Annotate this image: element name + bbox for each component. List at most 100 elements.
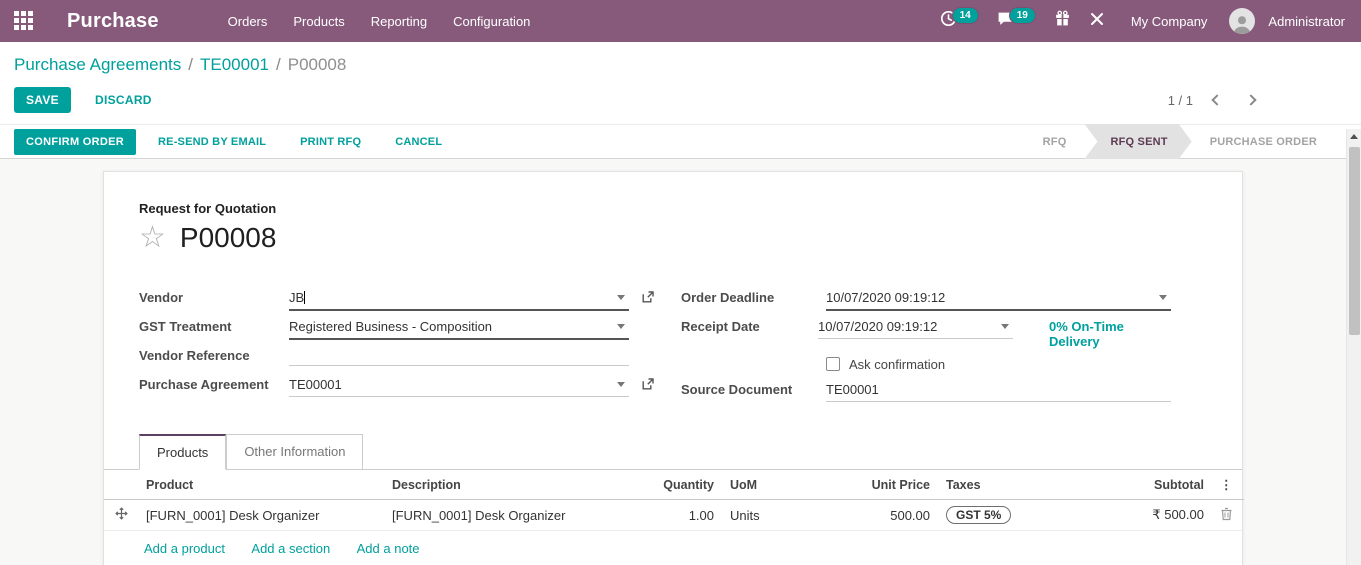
vendor-field[interactable]: JB bbox=[289, 286, 654, 311]
source-document-label: Source Document bbox=[681, 382, 793, 397]
content-area: Request for Quotation ☆ P00008 Vendor JB bbox=[0, 159, 1361, 565]
list-add-links: Add a product Add a section Add a note bbox=[104, 531, 1242, 565]
cell-unit-price[interactable]: 500.00 bbox=[822, 499, 938, 531]
scrollbar-up-arrow[interactable] bbox=[1347, 129, 1361, 144]
pager-previous-button[interactable] bbox=[1211, 94, 1223, 106]
apps-menu-icon[interactable] bbox=[14, 11, 34, 31]
field-grid: Vendor JB GST Treatment Registered Busin… bbox=[139, 286, 1207, 407]
pager-counter: 1 / 1 bbox=[1167, 92, 1193, 108]
menu-configuration[interactable]: Configuration bbox=[442, 8, 541, 35]
add-a-note-link[interactable]: Add a note bbox=[357, 541, 420, 556]
tab-products[interactable]: Products bbox=[139, 434, 227, 470]
status-step-rfq[interactable]: RFQ bbox=[1025, 124, 1085, 159]
gift-icon bbox=[1054, 10, 1071, 32]
vendor-external-link-icon[interactable] bbox=[641, 290, 655, 307]
save-button[interactable]: SAVE bbox=[14, 87, 71, 113]
pager: 1 / 1 bbox=[1168, 93, 1347, 108]
statusbar: RFQ RFQ SENT PURCHASE ORDER bbox=[1025, 124, 1361, 159]
receipt-date-field[interactable]: 10/07/2020 09:19:12 bbox=[818, 315, 1014, 339]
ask-confirmation-row: Ask confirmation bbox=[826, 352, 1171, 376]
page: Purchase Orders Products Reporting Confi… bbox=[0, 0, 1361, 565]
agreement-dropdown-caret[interactable] bbox=[617, 382, 625, 387]
vendor-label: Vendor bbox=[139, 290, 184, 305]
receipt-date-label: Receipt Date bbox=[681, 319, 760, 334]
scrollbar-thumb[interactable] bbox=[1349, 147, 1360, 335]
add-a-product-link[interactable]: Add a product bbox=[144, 541, 225, 556]
top-navbar: Purchase Orders Products Reporting Confi… bbox=[0, 0, 1361, 42]
breadcrumb-purchase-agreements[interactable]: Purchase Agreements bbox=[14, 55, 181, 74]
col-quantity[interactable]: Quantity bbox=[636, 470, 722, 500]
table-row[interactable]: [FURN_0001] Desk Organizer [FURN_0001] D… bbox=[104, 499, 1244, 531]
table-header-row: Product Description Quantity UoM Unit Pr… bbox=[104, 470, 1244, 500]
order-deadline-field[interactable]: 10/07/2020 09:19:12 bbox=[826, 286, 1171, 311]
cell-taxes[interactable]: GST 5% bbox=[938, 499, 1098, 531]
menu-products[interactable]: Products bbox=[282, 8, 355, 35]
purchase-agreement-label: Purchase Agreement bbox=[139, 377, 269, 392]
activity-count-badge: 14 bbox=[951, 6, 979, 24]
debug-tools-button[interactable] bbox=[1083, 7, 1111, 36]
vendor-reference-label: Vendor Reference bbox=[139, 348, 250, 363]
col-uom[interactable]: UoM bbox=[722, 470, 822, 500]
add-a-section-link[interactable]: Add a section bbox=[251, 541, 330, 556]
ask-confirmation-label: Ask confirmation bbox=[849, 356, 946, 372]
drag-handle-icon[interactable] bbox=[104, 499, 138, 531]
source-document-field[interactable]: TE00001 bbox=[826, 378, 1171, 402]
ask-confirmation-checkbox[interactable] bbox=[826, 356, 840, 371]
breadcrumb-current: P00008 bbox=[287, 55, 347, 74]
status-step-purchase-order[interactable]: PURCHASE ORDER bbox=[1192, 124, 1335, 159]
user-avatar[interactable] bbox=[1229, 8, 1256, 34]
text-cursor bbox=[304, 291, 306, 304]
receipt-dropdown-caret[interactable] bbox=[1001, 324, 1010, 329]
col-product[interactable]: Product bbox=[138, 470, 384, 500]
col-unit-price[interactable]: Unit Price bbox=[822, 470, 938, 500]
document-name: P00008 bbox=[179, 222, 277, 253]
activities-button[interactable]: 14 bbox=[934, 6, 985, 36]
col-description[interactable]: Description bbox=[384, 470, 636, 500]
doc-type-label: Request for Quotation bbox=[139, 201, 277, 216]
discard-button[interactable]: DISCARD bbox=[83, 87, 164, 113]
gst-dropdown-caret[interactable] bbox=[617, 324, 625, 329]
print-rfq-button[interactable]: PRINT RFQ bbox=[288, 129, 373, 155]
cell-description[interactable]: [FURN_0001] Desk Organizer bbox=[384, 499, 636, 531]
app-title[interactable]: Purchase bbox=[67, 10, 159, 33]
cell-product[interactable]: [FURN_0001] Desk Organizer bbox=[138, 499, 384, 531]
menu-orders[interactable]: Orders bbox=[217, 8, 279, 35]
tax-badge[interactable]: GST 5% bbox=[946, 506, 1012, 524]
order-lines-table: Product Description Quantity UoM Unit Pr… bbox=[104, 470, 1244, 531]
deadline-dropdown-caret[interactable] bbox=[1159, 295, 1167, 300]
column-options-button[interactable]: ⋮ bbox=[1212, 470, 1244, 500]
purchase-agreement-field[interactable]: TE00001 bbox=[289, 373, 654, 397]
col-taxes[interactable]: Taxes bbox=[938, 470, 1098, 500]
control-panel: Purchase Agreements / TE00001/P00008 SAVE … bbox=[0, 42, 1361, 124]
breadcrumb-te00001[interactable]: TE00001 bbox=[200, 55, 269, 74]
favorite-star-icon[interactable]: ☆ bbox=[139, 223, 166, 253]
resend-by-email-button[interactable]: RE-SEND BY EMAIL bbox=[146, 129, 278, 155]
tab-other-information[interactable]: Other Information bbox=[226, 434, 364, 470]
vertical-scrollbar[interactable] bbox=[1346, 129, 1361, 565]
gift-button[interactable] bbox=[1048, 6, 1077, 36]
navbar-right: 14 19 My Company Administrator bbox=[934, 6, 1361, 36]
main-menu: Orders Products Reporting Configuration bbox=[217, 8, 542, 35]
form-sheet: Request for Quotation ☆ P00008 Vendor JB bbox=[103, 171, 1244, 565]
tools-icon bbox=[1089, 11, 1105, 32]
order-deadline-label: Order Deadline bbox=[681, 290, 775, 305]
cancel-button[interactable]: CANCEL bbox=[383, 129, 454, 155]
confirm-order-button[interactable]: CONFIRM ORDER bbox=[14, 128, 137, 155]
company-switcher[interactable]: My Company bbox=[1131, 14, 1208, 29]
pager-next-button[interactable] bbox=[1245, 94, 1257, 106]
vendor-dropdown-caret[interactable] bbox=[617, 295, 625, 300]
cell-quantity[interactable]: 1.00 bbox=[636, 499, 722, 531]
user-menu[interactable]: Administrator bbox=[1268, 14, 1345, 29]
control-buttons: SAVE DISCARD 1 / 1 bbox=[14, 87, 1347, 113]
col-subtotal[interactable]: Subtotal bbox=[1098, 470, 1212, 500]
status-step-rfq-sent[interactable]: RFQ SENT bbox=[1084, 124, 1191, 159]
gst-treatment-select[interactable]: Registered Business - Composition bbox=[289, 315, 629, 340]
agreement-external-link-icon[interactable] bbox=[641, 377, 655, 394]
cell-uom[interactable]: Units bbox=[722, 499, 822, 531]
vendor-reference-field[interactable] bbox=[289, 344, 629, 366]
on-time-delivery-link[interactable]: 0% On-Time Delivery bbox=[1049, 315, 1171, 349]
messages-button[interactable]: 19 bbox=[991, 6, 1042, 36]
notebook-tabs: Products Other Information bbox=[104, 433, 1242, 470]
delete-row-icon[interactable] bbox=[1212, 499, 1244, 531]
menu-reporting[interactable]: Reporting bbox=[360, 8, 438, 35]
